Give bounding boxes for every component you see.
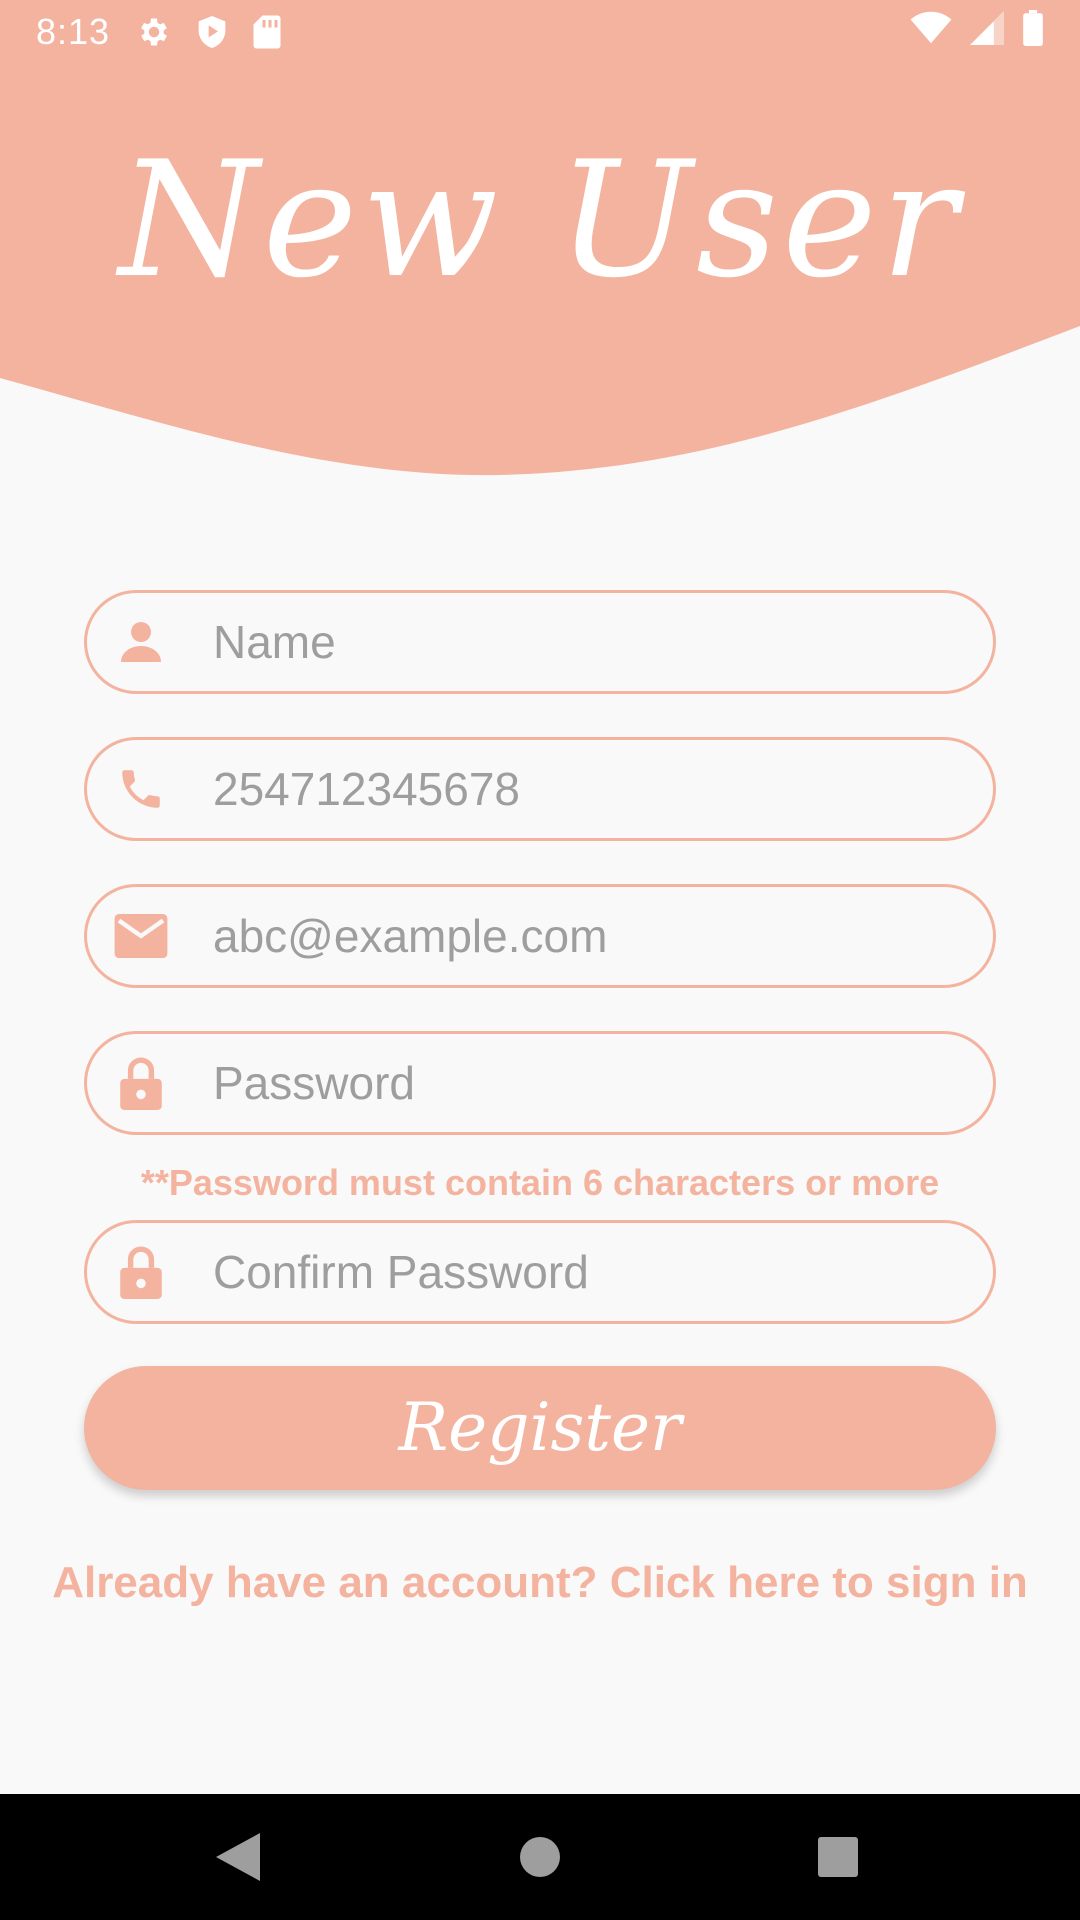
home-icon[interactable] [495, 1812, 585, 1902]
status-bar: 8:13 [0, 0, 1080, 64]
back-icon[interactable] [193, 1812, 283, 1902]
lock-icon [113, 1055, 169, 1111]
phone-input[interactable] [213, 740, 953, 838]
phone-field[interactable] [84, 737, 996, 841]
confirm-password-input[interactable] [213, 1223, 953, 1321]
name-field[interactable] [84, 590, 996, 694]
settings-icon [136, 14, 172, 50]
battery-icon [1022, 9, 1044, 55]
register-button[interactable]: Register [84, 1366, 996, 1490]
password-input[interactable] [213, 1034, 953, 1132]
confirm-password-field[interactable] [84, 1220, 996, 1324]
lock-icon [113, 1244, 169, 1300]
password-hint: **Password must contain 6 characters or … [140, 1162, 940, 1203]
signal-icon [970, 10, 1004, 54]
phone-icon [113, 761, 169, 817]
register-screen: 8:13 New User Name 254712345678 abc@exam… [0, 0, 1080, 1920]
password-field[interactable] [84, 1031, 996, 1135]
sd-card-icon [252, 14, 282, 50]
mail-icon [113, 908, 169, 964]
page-title: New User [118, 126, 962, 313]
name-input[interactable] [213, 593, 953, 691]
navigation-bar [0, 1794, 1080, 1920]
email-field[interactable] [84, 884, 996, 988]
person-icon [113, 614, 169, 670]
recents-icon[interactable] [793, 1812, 883, 1902]
wifi-icon [910, 11, 952, 54]
shield-play-icon [196, 14, 228, 50]
email-input[interactable] [213, 887, 953, 985]
signin-link[interactable]: Already have an account? Click here to s… [0, 1558, 1080, 1608]
status-time: 8:13 [36, 11, 111, 52]
